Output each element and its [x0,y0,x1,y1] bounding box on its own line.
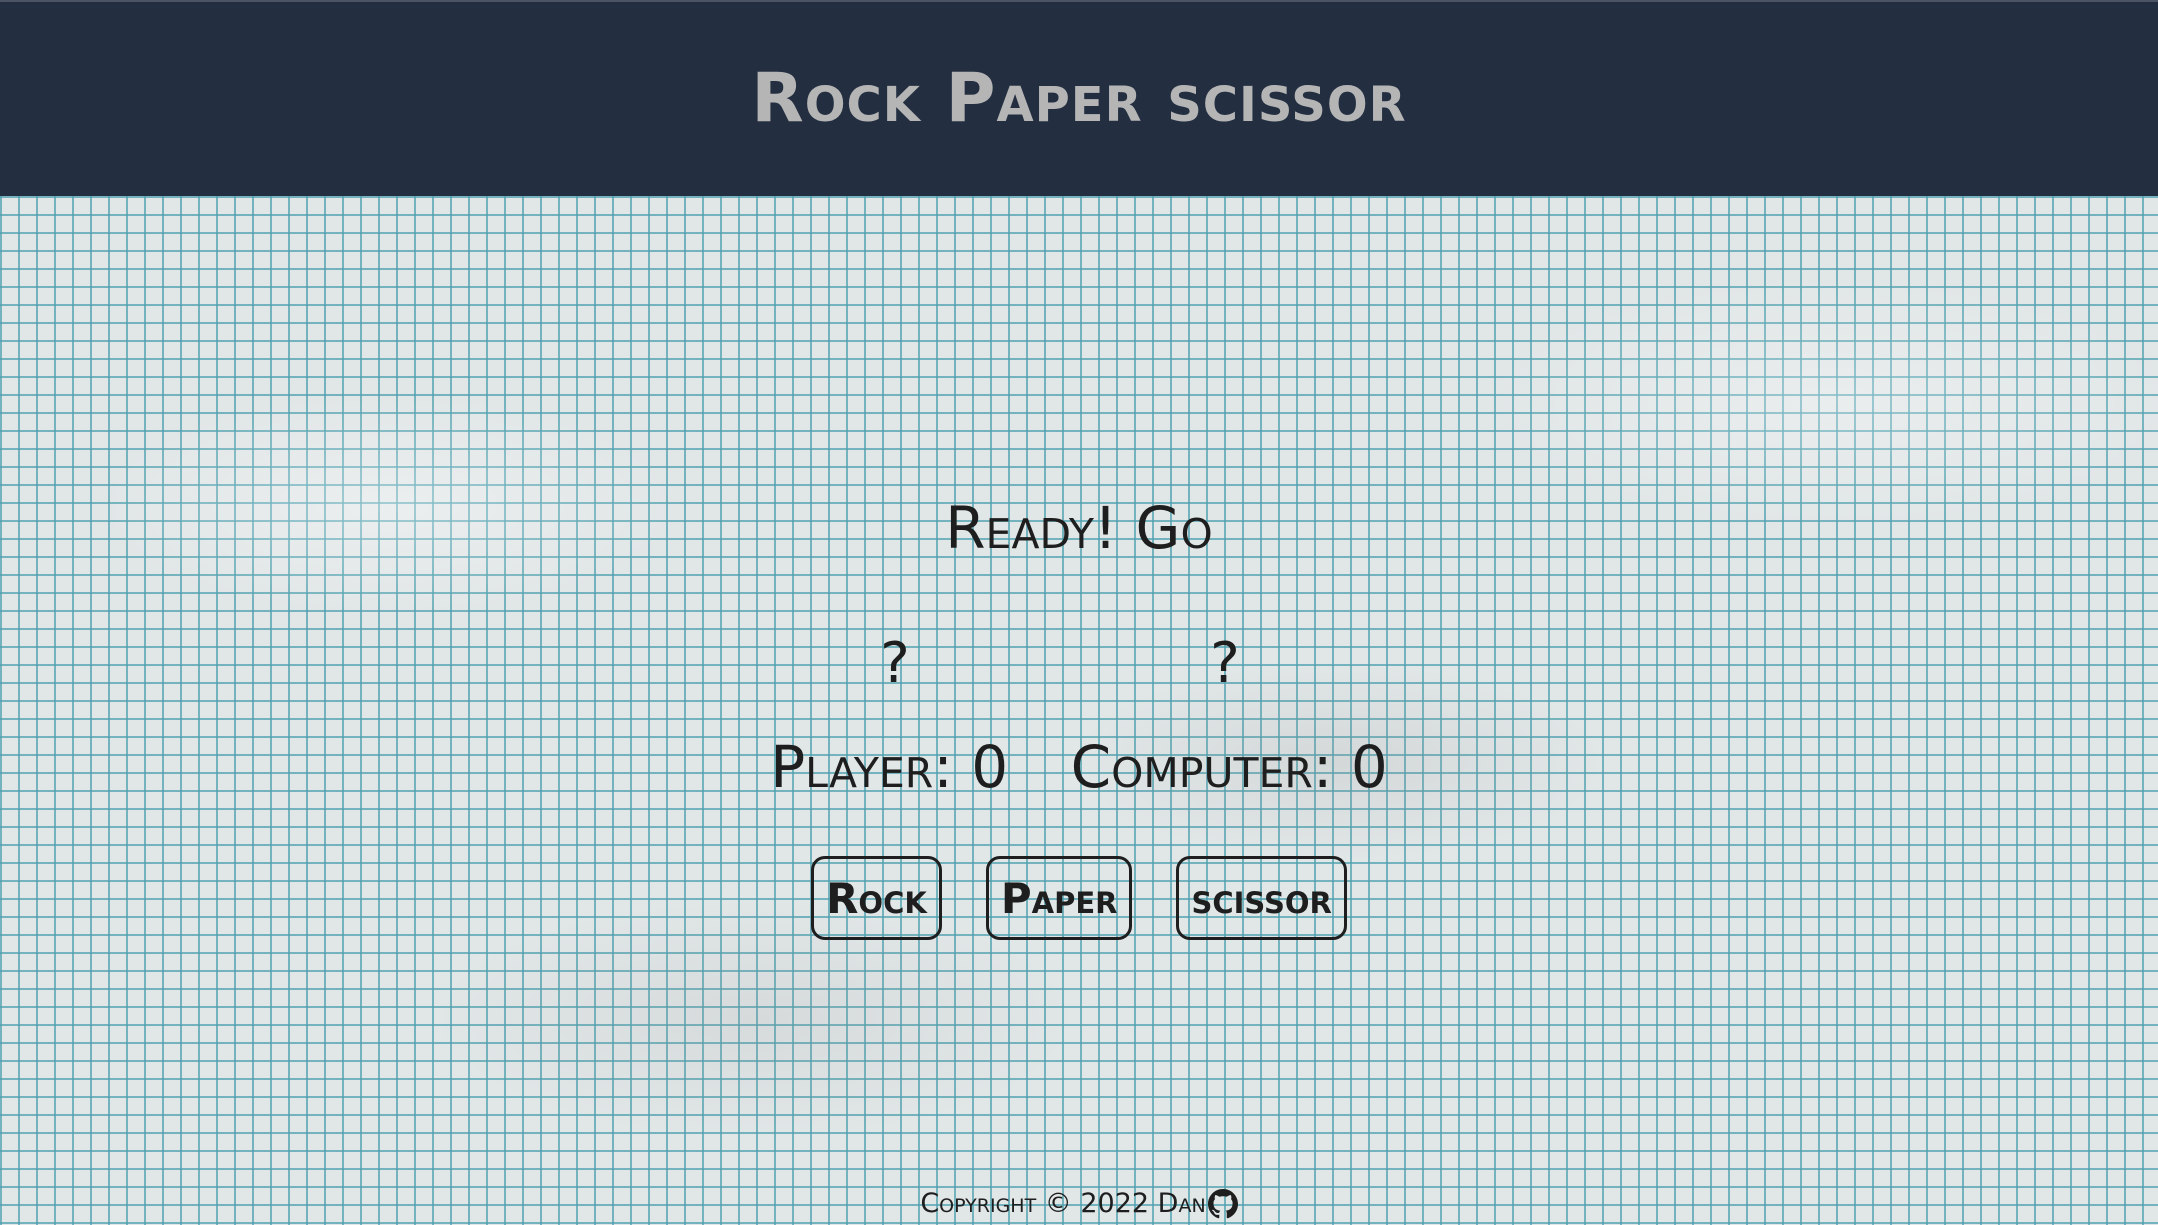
scissor-button[interactable]: scissor [1176,856,1347,940]
player-choice: ? [880,631,910,696]
graph-paper-background [0,196,2158,1225]
page-title: Rock Paper scissor [751,59,1407,138]
app-header: Rock Paper scissor [0,0,2158,196]
game-status: Ready! Go [945,494,1213,562]
paper-button[interactable]: Paper [985,856,1133,940]
copyright-text: Copyright © 2022 Dan [920,1188,1206,1219]
computer-score: Computer: 0 [1070,733,1388,801]
github-icon[interactable] [1207,1189,1238,1219]
footer: Copyright © 2022 Dan [0,1188,2158,1220]
computer-choice: ? [1210,631,1240,696]
rock-button[interactable]: Rock [811,856,942,940]
player-score: Player: 0 [770,733,1009,801]
scoreboard: Player: 0 Computer: 0 [0,732,2158,802]
choice-buttons: Rock Paper scissor [0,856,2158,940]
